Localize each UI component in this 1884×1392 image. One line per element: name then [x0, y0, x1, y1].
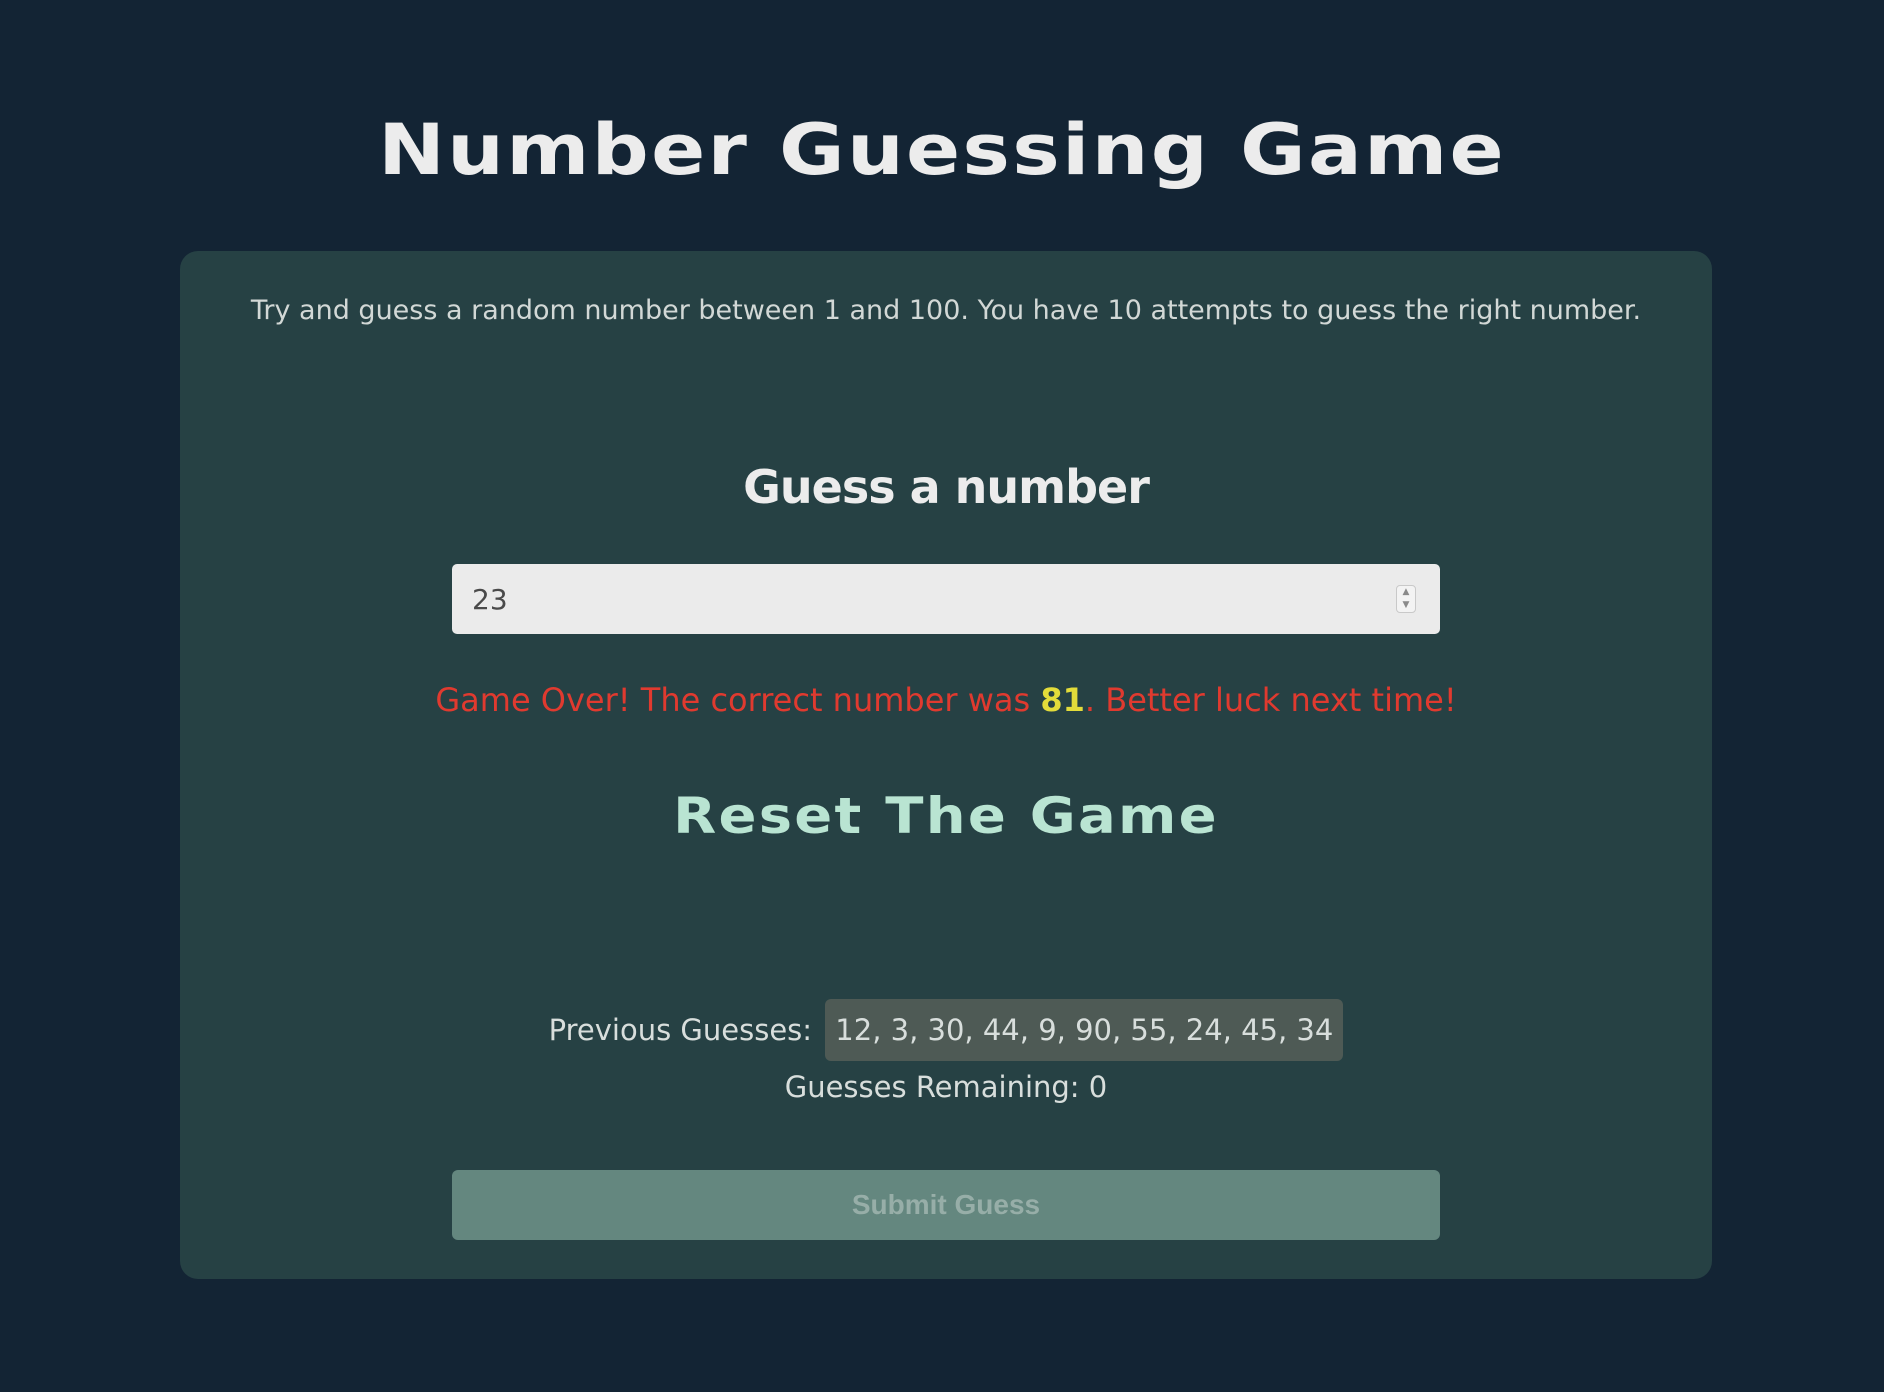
submit-guess-button[interactable]: Submit Guess	[452, 1170, 1440, 1240]
game-instructions: Try and guess a random number between 1 …	[250, 295, 1642, 326]
guess-heading: Guess a number	[743, 460, 1150, 514]
result-message-prefix: Game Over! The correct number was	[435, 681, 1041, 719]
page-title: Number Guessing Game	[378, 109, 1506, 191]
chevron-down-icon[interactable]: ▼	[1397, 599, 1415, 612]
reset-game-button[interactable]: Reset The Game	[88, 781, 1804, 851]
correct-number: 81	[1040, 681, 1085, 719]
guesses-remaining: Guesses Remaining: 0	[784, 1070, 1108, 1104]
guess-input[interactable]	[452, 564, 1412, 634]
previous-guesses-label: Previous Guesses:	[548, 1013, 813, 1047]
game-card: Try and guess a random number between 1 …	[180, 251, 1712, 1279]
result-message: Game Over! The correct number was 81. Be…	[180, 677, 1712, 723]
guess-input-container: ▲ ▼	[452, 564, 1440, 634]
result-message-suffix: . Better luck next time!	[1084, 681, 1457, 719]
previous-guesses-row: Previous Guesses: 12, 3, 30, 44, 9, 90, …	[180, 999, 1712, 1061]
previous-guesses-values: 12, 3, 30, 44, 9, 90, 55, 24, 45, 34	[825, 999, 1344, 1061]
number-spinner[interactable]: ▲ ▼	[1396, 585, 1416, 613]
chevron-up-icon[interactable]: ▲	[1397, 586, 1415, 599]
